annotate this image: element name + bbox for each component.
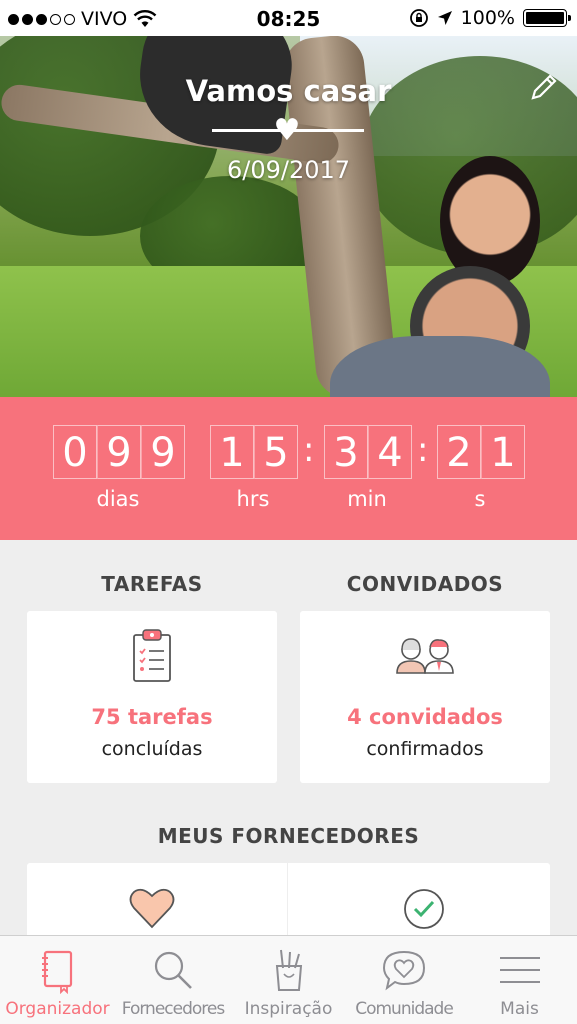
countdown-digit: 3 [324, 425, 368, 479]
tab-label: Organizador [5, 999, 110, 1019]
rotation-lock-icon [409, 9, 428, 27]
guests-couple-icon [396, 638, 454, 674]
tab-label: Comunidade [355, 999, 454, 1019]
countdown-digit: 9 [141, 425, 185, 479]
countdown-minutes: 3 4 [324, 425, 412, 479]
countdown-digit: 5 [254, 425, 298, 479]
tarefas-card[interactable]: 75 tarefas concluídas [27, 611, 277, 783]
countdown-hours: 1 5 [210, 425, 298, 479]
countdown-digit: 0 [53, 425, 97, 479]
countdown-seconds: 2 1 [437, 425, 525, 479]
tab-inspiracao[interactable]: Inspiração [231, 936, 346, 1024]
countdown-label-hours: hrs [236, 487, 270, 511]
tab-bar: Organizador Fornecedores Inspiração Comu… [0, 935, 577, 1024]
tab-comunidade[interactable]: Comunidade [346, 936, 462, 1024]
countdown-digit: 9 [97, 425, 141, 479]
tab-label: Mais [500, 999, 539, 1019]
countdown-label-seconds: s [474, 487, 486, 511]
convidados-card[interactable]: 4 convidados confirmados [300, 611, 550, 783]
countdown-digit: 1 [210, 425, 254, 479]
battery-percent: 100% [460, 7, 515, 29]
location-arrow-icon [437, 11, 452, 25]
countdown-days: 0 9 9 [53, 425, 185, 479]
status-bar: VIVO 08:25 100% [0, 0, 577, 36]
tarefas-count: 75 tarefas [91, 705, 213, 729]
convidados-count: 4 convidados [347, 705, 503, 729]
countdown: 0 9 9 1 5 : 3 4 : 2 1 dias hrs min s [0, 397, 577, 540]
tab-label: Fornecedores [121, 999, 225, 1019]
tab-organizador[interactable]: Organizador [0, 936, 115, 1024]
convidados-subtitle: confirmados [366, 738, 484, 760]
tab-fornecedores[interactable]: Fornecedores [115, 936, 231, 1024]
pencil-icon[interactable] [527, 70, 561, 104]
countdown-digit: 1 [481, 425, 525, 479]
wedding-date: 6/09/2017 [226, 156, 351, 184]
hero-title: Vamos casar [185, 74, 392, 108]
hero-photo: Vamos casar ♥ 6/09/2017 [0, 36, 577, 397]
clipboard-checklist-icon [133, 629, 171, 682]
pencil-cup-icon [275, 949, 302, 991]
countdown-digit: 4 [368, 425, 412, 479]
battery-icon [523, 9, 571, 27]
countdown-separator: : [303, 430, 315, 470]
convidados-heading: CONVIDADOS [346, 572, 504, 596]
tarefas-subtitle: concluídas [101, 738, 203, 760]
countdown-label-minutes: min [347, 487, 387, 511]
checkmark-circle-icon [404, 889, 444, 929]
countdown-separator: : [417, 430, 429, 470]
fornecedores-card-contratados[interactable] [288, 863, 550, 943]
heart-icon: ♥ [273, 113, 301, 148]
notebook-icon [41, 950, 72, 994]
fornecedores-card-favoritos[interactable] [27, 863, 287, 943]
tab-mais[interactable]: Mais [462, 936, 577, 1024]
countdown-label-days: dias [96, 487, 140, 511]
menu-icon [499, 957, 540, 983]
status-right: 100% [409, 7, 571, 29]
fornecedores-heading: MEUS FORNECEDORES [157, 824, 420, 848]
tab-label: Inspiração [244, 999, 333, 1019]
search-icon [154, 951, 192, 989]
countdown-digit: 2 [437, 425, 481, 479]
heart-icon [129, 888, 175, 929]
speech-heart-icon [382, 950, 426, 991]
tarefas-heading: TAREFAS [101, 572, 203, 596]
